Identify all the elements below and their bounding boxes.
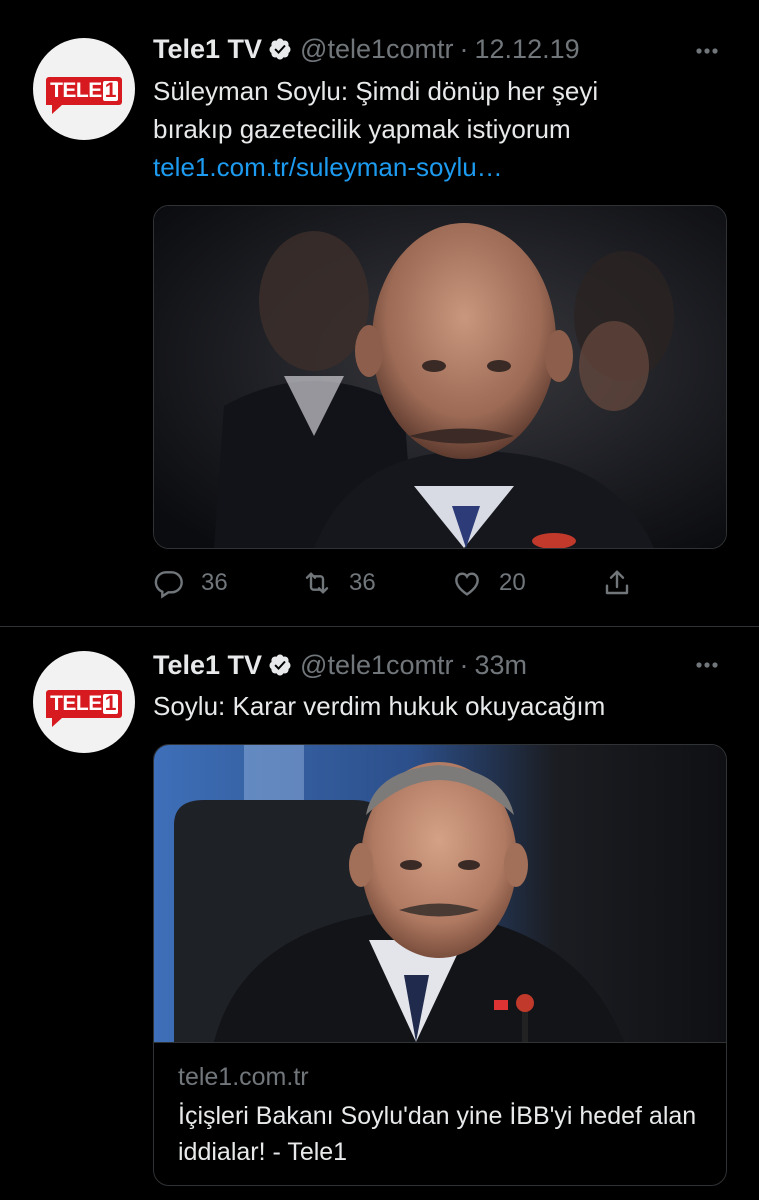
tweet-1[interactable]: TELE 1 Tele1 TV @tele1comtr · 12.12.19 Süley…	[0, 0, 759, 626]
avatar[interactable]: TELE 1	[33, 651, 135, 753]
more-icon[interactable]	[691, 649, 723, 681]
reply-count: 36	[201, 569, 228, 596]
tweet-actions: 36 36 20	[153, 563, 653, 603]
verified-badge-icon	[269, 38, 291, 60]
handle[interactable]: @tele1comtr	[300, 650, 453, 680]
photo-portrait	[154, 745, 726, 1042]
more-icon[interactable]	[691, 35, 723, 67]
card-image	[154, 745, 726, 1042]
avatar[interactable]: TELE 1	[33, 38, 135, 140]
like-button[interactable]: 20	[451, 563, 526, 603]
tweet-body: Soylu: Karar verdim hukuk okuyacağım	[153, 691, 606, 721]
timestamp[interactable]: 33m	[475, 650, 528, 680]
like-icon	[455, 572, 479, 596]
retweet-icon	[305, 572, 329, 594]
retweet-button[interactable]: 36	[301, 563, 376, 603]
share-icon	[605, 570, 629, 595]
display-name[interactable]: Tele1 TV	[153, 34, 262, 64]
card-domain: tele1.com.tr	[178, 1063, 309, 1091]
tele1-logo: TELE 1	[46, 77, 122, 114]
handle[interactable]: @tele1comtr	[300, 34, 453, 64]
reply-icon	[154, 571, 183, 599]
tweet-header: Tele1 TV @tele1comtr · 33m	[153, 647, 527, 683]
separator-dot: ·	[459, 34, 469, 64]
tweet-header: Tele1 TV @tele1comtr · 12.12.19	[153, 31, 580, 67]
card-info: tele1.com.tr İçişleri Bakanı Soylu'dan y…	[154, 1042, 726, 1185]
tweet-text: Soylu: Karar verdim hukuk okuyacağım	[153, 687, 733, 725]
photo-portrait	[154, 206, 726, 548]
link-card[interactable]: tele1.com.tr İçişleri Bakanı Soylu'dan y…	[153, 744, 727, 1186]
card-title: İçişleri Bakanı Soylu'dan yine İBB'yi he…	[178, 1102, 697, 1166]
tele1-logo: TELE 1	[46, 690, 122, 727]
tweet-body: Süleyman Soylu: Şimdi dönüp her şeyi bır…	[153, 76, 599, 144]
tweet-text: Süleyman Soylu: Şimdi dönüp her şeyi bır…	[153, 72, 733, 186]
timestamp[interactable]: 12.12.19	[475, 34, 580, 64]
tweet-photo[interactable]	[153, 205, 727, 549]
tweet-link[interactable]: tele1.com.tr/suleyman-soylu…	[153, 148, 733, 186]
verified-badge-icon	[269, 654, 291, 676]
like-count: 20	[499, 569, 526, 596]
retweet-count: 36	[349, 569, 376, 596]
share-button[interactable]	[601, 563, 633, 603]
display-name[interactable]: Tele1 TV	[153, 650, 262, 680]
separator-dot: ·	[459, 650, 469, 680]
tweet-2[interactable]: TELE 1 Tele1 TV @tele1comtr · 33m Soylu: Kar…	[0, 627, 759, 1200]
reply-button[interactable]: 36	[153, 563, 228, 603]
